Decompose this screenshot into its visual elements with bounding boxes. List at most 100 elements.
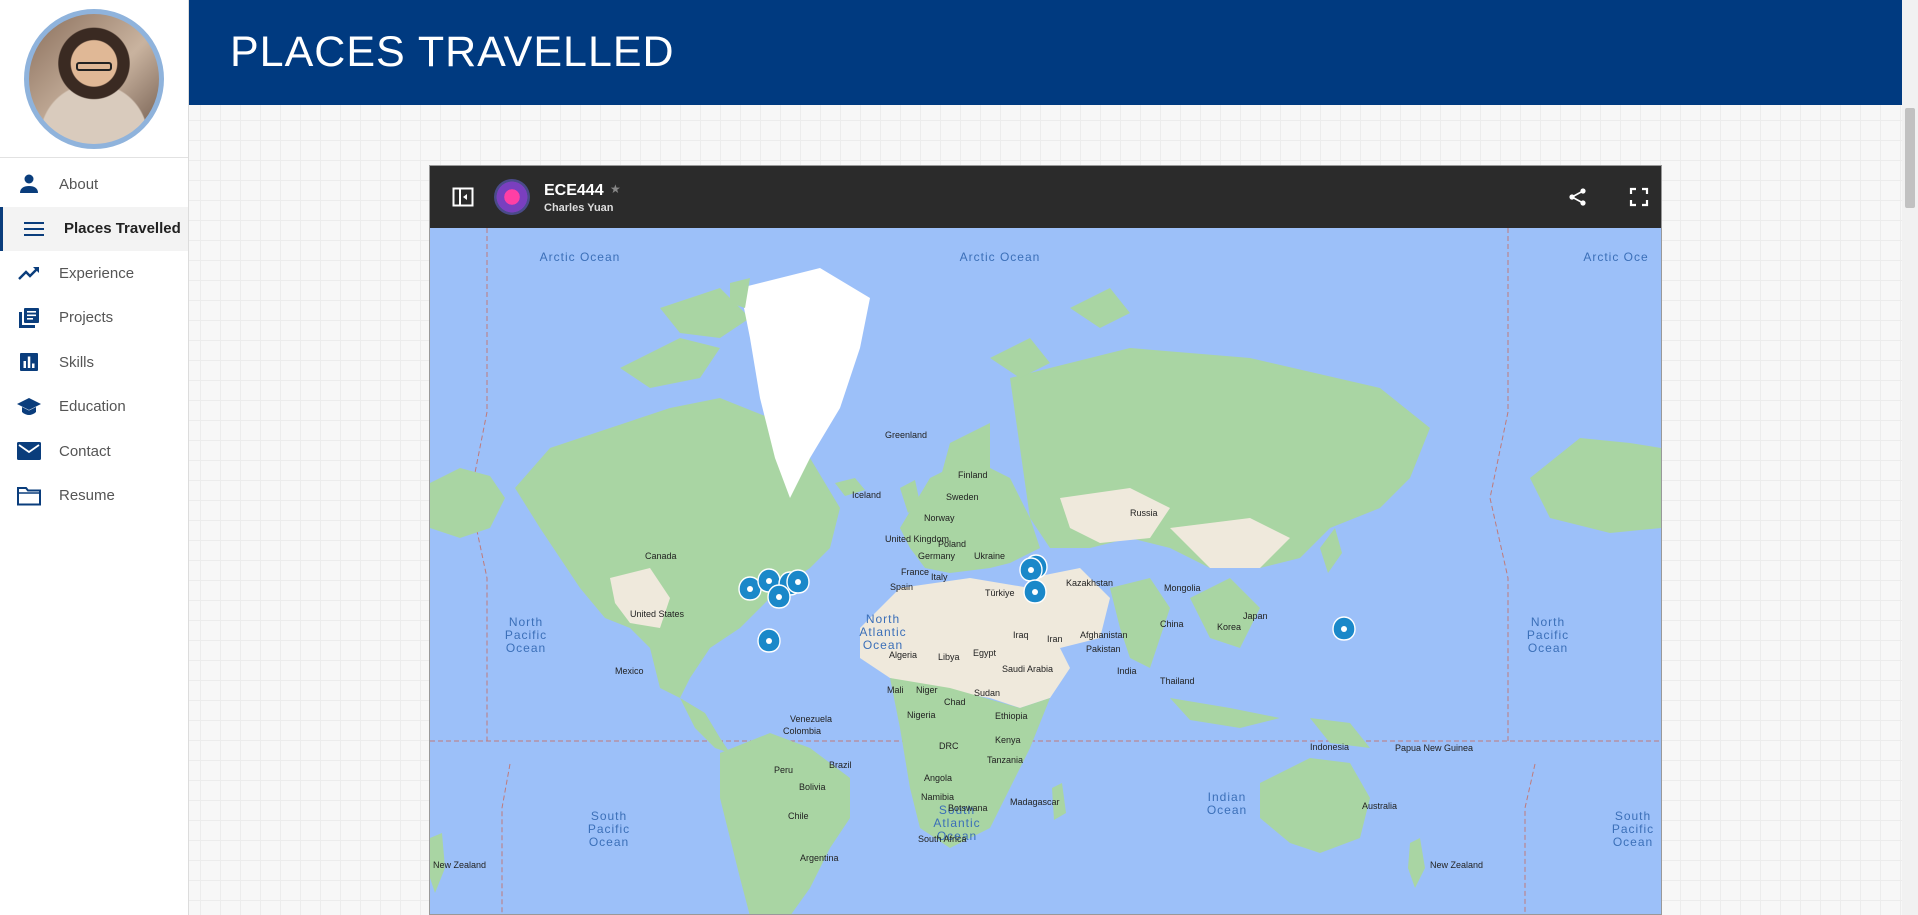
place-label: Sweden <box>946 492 979 502</box>
page-scrollbar[interactable] <box>1902 0 1918 915</box>
sidebar-item-education[interactable]: Education <box>0 385 188 430</box>
place-label: Finland <box>958 470 988 480</box>
place-label: Italy <box>931 572 948 582</box>
place-label: Germany <box>918 551 956 561</box>
place-label: Australia <box>1362 801 1397 811</box>
sidebar-item-skills[interactable]: Skills <box>0 340 188 385</box>
library-books-icon <box>16 305 42 331</box>
ocean-label-npac-left: North Pacific Ocean <box>505 615 546 655</box>
svg-text:North: North <box>866 612 900 626</box>
place-label: Papua New Guinea <box>1395 743 1473 753</box>
place-label: Tanzania <box>987 755 1023 765</box>
sidebar-item-label: Skills <box>59 353 95 371</box>
bar-chart-icon <box>16 349 42 375</box>
sidebar-item-label: Resume <box>59 487 115 505</box>
sidebar: About Places Travelled Experience Projec… <box>0 0 189 915</box>
place-label: Thailand <box>1160 676 1195 686</box>
map-embed[interactable]: ECE444 ★ Charles Yuan Arctic Ocean Arcti… <box>429 165 1662 915</box>
map-title[interactable]: ECE444 <box>544 182 604 200</box>
place-label: Afghanistan <box>1080 630 1128 640</box>
place-label: Mexico <box>615 666 644 676</box>
place-label: Colombia <box>783 726 821 736</box>
place-label: Algeria <box>889 650 917 660</box>
sidebar-item-label: Places Travelled <box>64 220 181 238</box>
place-label: Venezuela <box>790 714 832 724</box>
side-panel-toggle-icon[interactable] <box>450 184 476 210</box>
place-label: Kenya <box>995 735 1021 745</box>
sidebar-item-label: Contact <box>59 442 111 460</box>
mail-icon <box>16 438 42 464</box>
place-label: New Zealand <box>1430 860 1483 870</box>
person-icon <box>16 171 42 197</box>
place-label: Bolivia <box>799 782 826 792</box>
share-icon[interactable] <box>1565 184 1591 210</box>
place-label: Saudi Arabia <box>1002 664 1053 674</box>
svg-text:North: North <box>509 615 543 629</box>
place-label: Poland <box>938 539 966 549</box>
svg-text:Ocean: Ocean <box>506 641 546 655</box>
sidebar-item-projects[interactable]: Projects <box>0 296 188 341</box>
school-icon <box>16 394 42 420</box>
ocean-label-spac-right: South Pacific Ocean <box>1612 809 1654 849</box>
place-label: Mongolia <box>1164 583 1201 593</box>
place-label: Mali <box>887 685 904 695</box>
place-label: Argentina <box>800 853 839 863</box>
place-label: Nigeria <box>907 710 936 720</box>
place-label: Russia <box>1130 508 1158 518</box>
map-marker-icon <box>1019 557 1043 582</box>
page-title: PLACES TRAVELLED <box>230 28 675 76</box>
ocean-label: Arctic Oce <box>1583 250 1648 264</box>
world-map[interactable]: Arctic Ocean Arctic Ocean Arctic Oce Nor… <box>430 228 1661 915</box>
map-marker-icon <box>786 569 810 594</box>
place-label: Kazakhstan <box>1066 578 1113 588</box>
place-label: Libya <box>938 652 960 662</box>
svg-text:North: North <box>1531 615 1565 629</box>
place-label: Peru <box>774 765 793 775</box>
sidebar-nav: About Places Travelled Experience Projec… <box>0 162 188 518</box>
place-label: China <box>1160 619 1184 629</box>
fullscreen-icon[interactable] <box>1626 184 1652 210</box>
menu-icon <box>21 216 47 242</box>
sidebar-item-label: About <box>59 175 99 193</box>
map-owner: Charles Yuan <box>544 202 614 214</box>
svg-text:Atlantic: Atlantic <box>933 816 980 830</box>
ocean-label: Arctic Ocean <box>960 250 1041 264</box>
map-marker-icon <box>1332 616 1356 641</box>
svg-text:Ocean: Ocean <box>1613 835 1653 849</box>
avatar-container <box>0 0 188 158</box>
place-label: Egypt <box>973 648 997 658</box>
sidebar-item-experience[interactable]: Experience <box>0 251 188 296</box>
place-label: Sudan <box>974 688 1000 698</box>
trending-up-icon <box>16 260 42 286</box>
place-label: Angola <box>924 773 952 783</box>
ocean-label-natl: North Atlantic Ocean <box>859 612 906 652</box>
svg-text:Pacific: Pacific <box>588 822 630 836</box>
ocean-label-indian: Indian Ocean <box>1207 790 1246 817</box>
place-label: Brazil <box>829 760 852 770</box>
place-label: Türkiye <box>985 588 1015 598</box>
sidebar-item-places-travelled[interactable]: Places Travelled <box>0 206 188 251</box>
place-label: United States <box>630 609 685 619</box>
svg-text:Atlantic: Atlantic <box>859 625 906 639</box>
place-label: Pakistan <box>1086 644 1121 654</box>
star-icon[interactable]: ★ <box>610 182 621 196</box>
place-label: Norway <box>924 513 955 523</box>
sidebar-item-about[interactable]: About <box>0 162 188 207</box>
place-label: Canada <box>645 551 677 561</box>
place-label: Iceland <box>852 490 881 500</box>
place-label: India <box>1117 666 1137 676</box>
folder-icon <box>16 483 42 509</box>
scrollbar-thumb[interactable] <box>1905 108 1915 208</box>
svg-text:Pacific: Pacific <box>1612 822 1654 836</box>
place-label: Niger <box>916 685 938 695</box>
sidebar-item-contact[interactable]: Contact <box>0 429 188 474</box>
place-label: France <box>901 567 929 577</box>
sidebar-item-label: Education <box>59 398 126 416</box>
map-marker-icon <box>767 584 791 609</box>
sidebar-item-resume[interactable]: Resume <box>0 474 188 519</box>
place-label: Chile <box>788 811 809 821</box>
sidebar-item-label: Experience <box>59 264 135 282</box>
place-label: Spain <box>890 582 913 592</box>
place-label: Ukraine <box>974 551 1005 561</box>
place-label: Namibia <box>921 792 954 802</box>
